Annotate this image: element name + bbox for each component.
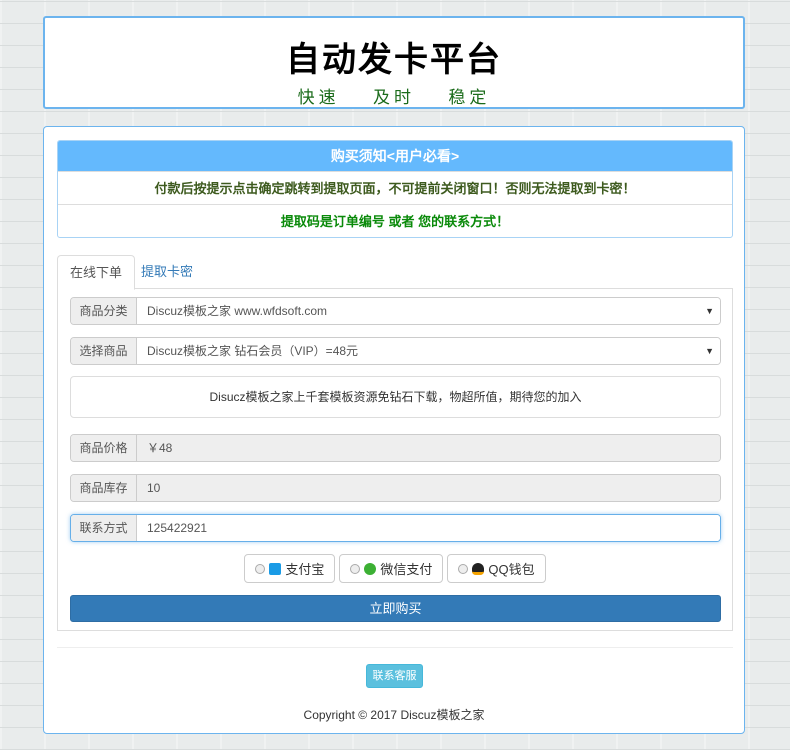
buy-now-button[interactable]: 立即购买 xyxy=(70,595,721,622)
category-select-group: 商品分类 Discuz模板之家 www.wfdsoft.com ▼ xyxy=(70,297,721,325)
site-title: 自动发卡平台 xyxy=(286,41,502,79)
tab-bar: 在线下单 提取卡密 xyxy=(57,255,733,290)
product-value: Discuz模板之家 钻石会员（VIP）=48元 xyxy=(147,344,359,358)
payment-alipay[interactable]: 支付宝 xyxy=(244,554,336,583)
price-label: 商品价格 xyxy=(71,435,137,461)
tab-retrieve-card[interactable]: 提取卡密 xyxy=(129,255,205,290)
alipay-icon xyxy=(269,562,282,575)
payment-label: 支付宝 xyxy=(285,562,325,577)
notice-line-2: 提取码是订单编号 或者 您的联系方式！ xyxy=(58,204,732,237)
wechat-icon xyxy=(364,562,377,575)
contact-group: 联系方式 125422921 xyxy=(70,514,721,542)
site-slogan: 快速 及时 稳定 xyxy=(297,88,491,108)
tab-online-order[interactable]: 在线下单 xyxy=(57,255,136,290)
payment-label: 微信支付 xyxy=(380,562,433,577)
product-select-group: 选择商品 Discuz模板之家 钻石会员（VIP）=48元 ▼ xyxy=(70,337,721,365)
copyright: Copyright © 2017 Discuz模板之家 xyxy=(303,708,485,722)
product-description: Disucz模板之家上千套模板资源免钻石下载，物超所值，期待您的加入 xyxy=(70,376,721,418)
payment-label: QQ钱包 xyxy=(488,562,535,577)
radio-button[interactable] xyxy=(458,563,469,574)
notice-line-1: 付款后按提示点击确定跳转到提取页面，不可提前关闭窗口！否则无法提取到卡密！ xyxy=(58,171,732,204)
price-group: 商品价格 ￥48 xyxy=(70,434,721,462)
radio-button[interactable] xyxy=(350,563,361,574)
site-header: 自动发卡平台 快速 及时 稳定 xyxy=(43,16,745,109)
contact-service-button[interactable]: 联系客服 xyxy=(366,664,423,688)
product-select[interactable]: Discuz模板之家 钻石会员（VIP）=48元 ▼ xyxy=(137,338,720,364)
payment-options: 支付宝 微信支付 QQ钱包 xyxy=(58,554,732,583)
radio-button[interactable] xyxy=(255,563,266,574)
stock-group: 商品库存 10 xyxy=(70,474,721,502)
chevron-down-icon: ▼ xyxy=(705,346,714,356)
chevron-down-icon: ▼ xyxy=(705,306,714,316)
category-label: 商品分类 xyxy=(71,298,137,324)
main-panel: 购买须知<用户必看> 付款后按提示点击确定跳转到提取页面，不可提前关闭窗口！否则… xyxy=(43,126,745,734)
price-field: ￥48 xyxy=(137,435,720,461)
payment-wechat[interactable]: 微信支付 xyxy=(339,554,444,583)
contact-label: 联系方式 xyxy=(71,515,137,541)
qq-icon xyxy=(472,562,485,575)
category-value: Discuz模板之家 www.wfdsoft.com xyxy=(147,304,328,318)
product-label: 选择商品 xyxy=(71,338,137,364)
divider xyxy=(57,647,733,648)
payment-qq[interactable]: QQ钱包 xyxy=(447,554,546,583)
order-form: 商品分类 Discuz模板之家 www.wfdsoft.com ▼ 选择商品 Di… xyxy=(57,288,733,631)
notice-title: 购买须知<用户必看> xyxy=(58,141,732,171)
category-select[interactable]: Discuz模板之家 www.wfdsoft.com ▼ xyxy=(137,298,720,324)
purchase-notice: 购买须知<用户必看> 付款后按提示点击确定跳转到提取页面，不可提前关闭窗口！否则… xyxy=(57,140,733,238)
stock-label: 商品库存 xyxy=(71,475,137,501)
stock-field: 10 xyxy=(137,475,720,501)
contact-input[interactable]: 125422921 xyxy=(137,515,720,541)
